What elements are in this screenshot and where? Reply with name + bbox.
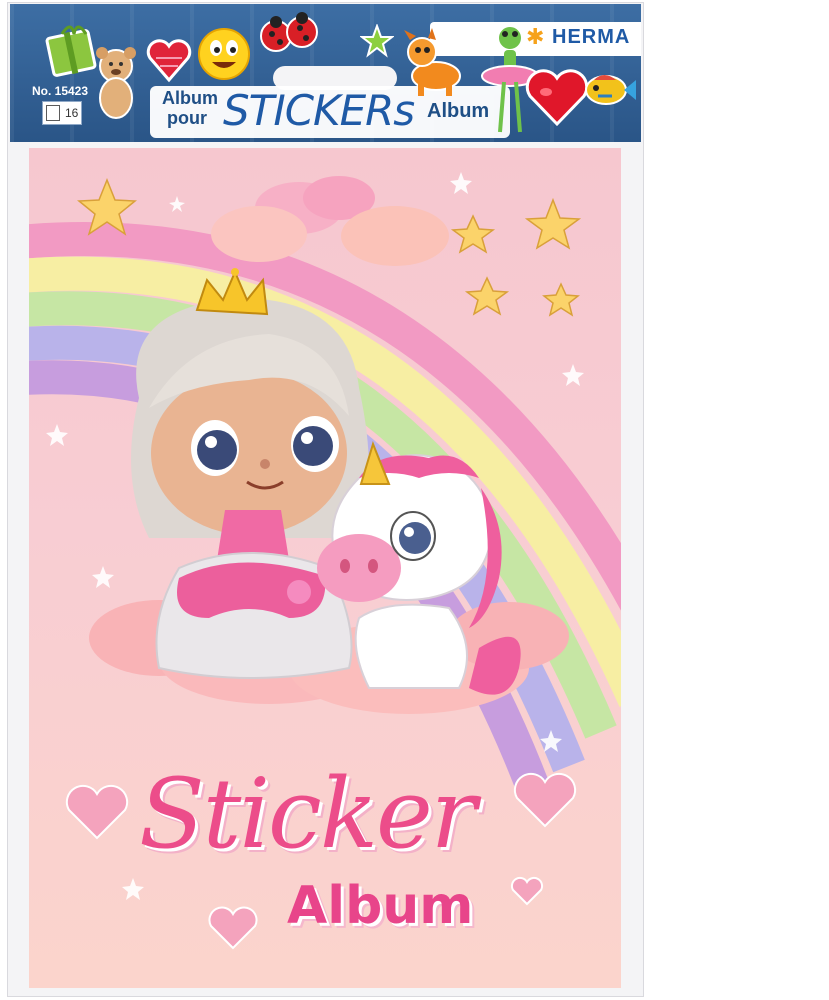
cloud-top xyxy=(211,176,449,266)
title-stickers: STICKERs xyxy=(223,86,415,135)
product-header-card: ✱ HERMA No. 15423 16 Album pour STICKERs… xyxy=(10,4,641,142)
page-icon xyxy=(46,105,60,121)
page-count-box: 16 xyxy=(42,101,82,125)
cover-title-bold: Album xyxy=(287,876,474,936)
dog-sticker-icon xyxy=(404,28,461,96)
smiley-sticker-icon xyxy=(198,28,250,80)
fish-sticker-icon xyxy=(585,75,636,105)
title-pour: pour xyxy=(167,108,207,128)
article-number: No. 15423 xyxy=(32,84,89,98)
title-album-top: Album xyxy=(162,88,218,108)
star-sticker-icon xyxy=(360,24,394,58)
album-cover: Sticker Album xyxy=(29,148,621,988)
heart-sticker-icon xyxy=(146,39,192,83)
teddy-bear-sticker-icon xyxy=(96,47,136,119)
brand-name: HERMA xyxy=(552,26,631,48)
cover-title-script: Sticker xyxy=(139,758,477,870)
page-count: 16 xyxy=(65,106,79,120)
ladybug-sticker-icon xyxy=(260,12,318,52)
princess xyxy=(131,268,369,679)
